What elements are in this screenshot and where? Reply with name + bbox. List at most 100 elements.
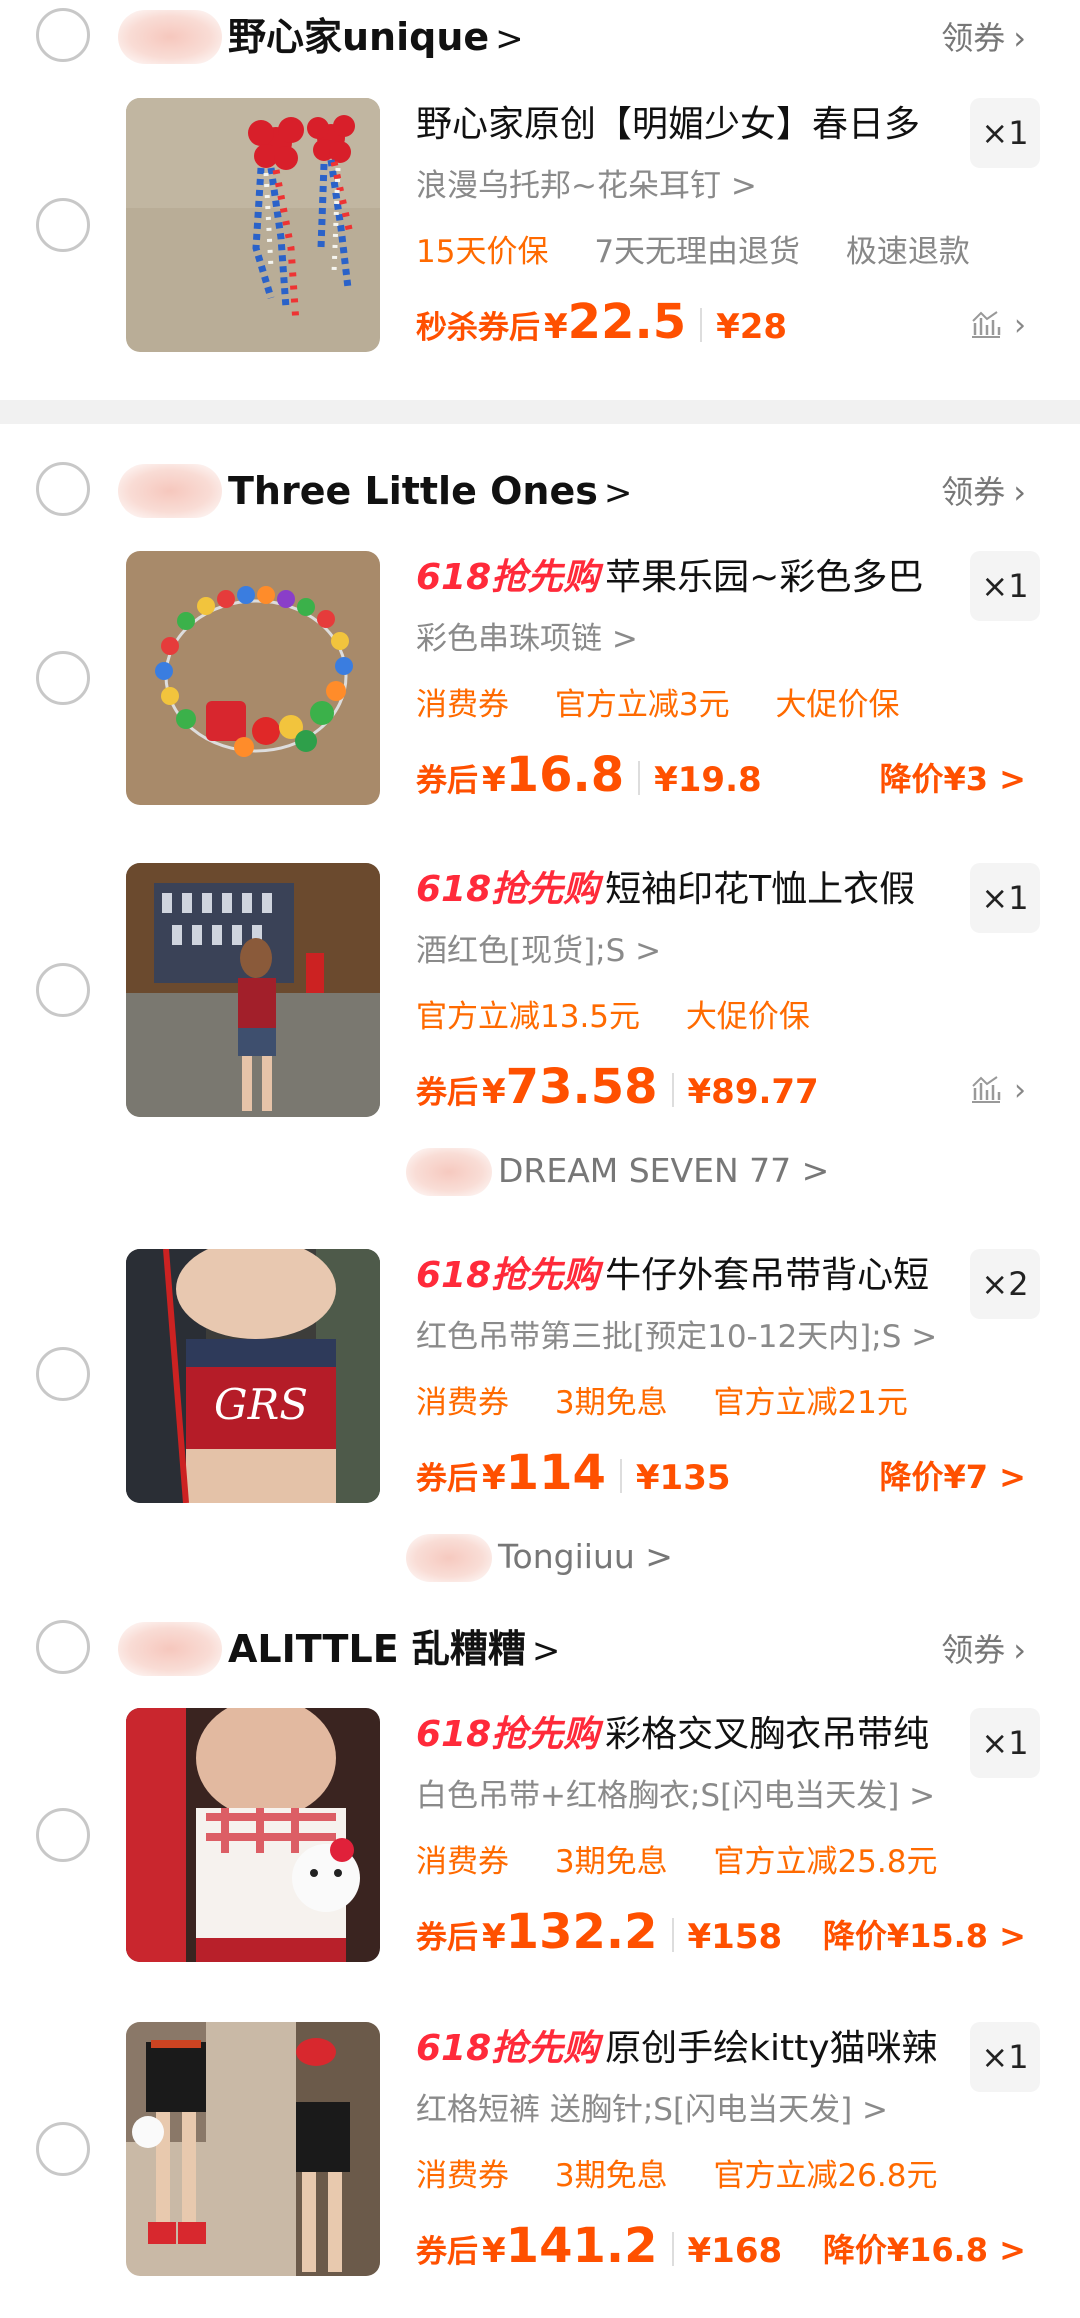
price-row: 券后 ¥132.2 ¥158 — [416, 1904, 782, 1964]
chevron-right-icon: › — [1013, 1631, 1026, 1669]
service-tags: 消费券 官方立减3元 大促价保 — [416, 683, 935, 727]
price-trend-button[interactable]: › — [970, 306, 1026, 346]
shop-name[interactable]: Three Little Ones > — [228, 466, 632, 518]
promo-618-badge: 618抢先购 — [416, 1255, 600, 1296]
price-divider — [638, 761, 641, 795]
price-row: 券后 ¥16.8 ¥19.8 — [416, 747, 762, 807]
shop-header[interactable]: ALITTLE 乱糟糟 > 领券 › — [0, 1614, 1080, 1684]
product-title[interactable]: 618抢先购 彩格交叉胸衣吊带纯 — [416, 1708, 936, 1762]
price-drop-link[interactable]: 降价¥7 > — [880, 1455, 1027, 1499]
price-drop-link[interactable]: 降价¥15.8 > — [823, 1914, 1026, 1958]
sku-selector[interactable]: 白色吊带+红格胸衣;S[闪电当天发] > — [416, 1774, 935, 1818]
cart-item[interactable]: 618抢先购 彩格交叉胸衣吊带纯 ×1 白色吊带+红格胸衣;S[闪电当天发] > … — [0, 1708, 1080, 1968]
service-tags: 消费券 3期免息 官方立减25.8元 — [416, 1840, 973, 1884]
price-currency: ¥ — [544, 307, 568, 347]
sku-selector[interactable]: 彩色串珠项链 > — [416, 617, 638, 661]
tag: 极速退款 — [845, 234, 970, 270]
cart-item[interactable]: 618抢先购 原创手绘kitty猫咪辣 ×1 红格短裤 送胸针;S[闪电当天发] … — [0, 2022, 1080, 2282]
cart-item[interactable]: 618抢先购 短袖印花T恤上衣假 ×1 酒红色[现货];S > 官方立减13.5元… — [0, 863, 1080, 1123]
product-title[interactable]: 618抢先购 短袖印花T恤上衣假 — [416, 863, 936, 917]
coupon-link[interactable]: 领券 › — [941, 470, 1026, 514]
price-divider — [619, 1459, 622, 1493]
product-image-plaid-top[interactable] — [126, 1708, 380, 1962]
product-image-necklace[interactable] — [126, 551, 380, 805]
price-divider — [700, 308, 703, 342]
coupon-link[interactable]: 领券 › — [941, 1628, 1026, 1672]
product-image-earrings[interactable] — [126, 98, 380, 352]
quantity-stepper[interactable]: ×1 — [970, 551, 1040, 621]
price-value: 22.5 — [567, 294, 687, 350]
cart-item[interactable]: GRS 618抢先购 牛仔外套吊带背心短 ×2 红色吊带第三批[预定10-12天内… — [0, 1249, 1080, 1509]
price-row: 秒杀券后 ¥22.5 ¥28 — [416, 294, 787, 354]
promo-618-badge: 618抢先购 — [416, 1714, 600, 1755]
shop-header[interactable]: 野心家unique > 领券 › — [0, 2, 1080, 72]
price-drop-link[interactable]: 降价¥3 > — [880, 757, 1027, 801]
sub-shop-name[interactable]: Tongiiuu > — [498, 1534, 673, 1580]
chevron-right-icon: > — [495, 19, 524, 59]
tag: 7天无理由退货 — [594, 234, 801, 270]
shop-header[interactable]: Three Little Ones > 领券 › — [0, 456, 1080, 526]
product-title[interactable]: 618抢先购 牛仔外套吊带背心短 — [416, 1249, 936, 1303]
price-value: 114 — [505, 1445, 606, 1501]
tag: 大促价保 — [685, 999, 810, 1035]
sku-selector[interactable]: 红色吊带第三批[预定10-12天内];S > — [416, 1315, 937, 1359]
tag: 3期免息 — [554, 1844, 668, 1880]
quantity-stepper[interactable]: ×2 — [970, 1249, 1040, 1319]
price-row: 券后 ¥141.2 ¥168 — [416, 2218, 782, 2278]
tag: 官方立减3元 — [554, 687, 730, 723]
shop-name[interactable]: 野心家unique > — [228, 12, 524, 64]
price-row: 券后 ¥73.58 ¥89.77 — [416, 1059, 819, 1119]
tag: 官方立减25.8元 — [713, 1844, 938, 1880]
price-label: 券后 — [416, 2234, 478, 2270]
cart-item[interactable]: 618抢先购 苹果乐园~彩色多巴 ×1 彩色串珠项链 > 消费券 官方立减3元 大… — [0, 551, 1080, 811]
product-title[interactable]: 野心家原创【明媚少女】春日多 — [416, 98, 936, 152]
promo-618-badge: 618抢先购 — [416, 869, 600, 910]
shop-name[interactable]: ALITTLE 乱糟糟 > — [228, 1624, 560, 1676]
service-tags: 消费券 3期免息 官方立减26.8元 — [416, 2154, 973, 2198]
chevron-right-icon: › — [1013, 19, 1026, 57]
original-price: ¥89.77 — [687, 1072, 819, 1112]
service-tags: 消费券 3期免息 官方立减21元 — [416, 1381, 944, 1425]
price-label: 券后 — [416, 1920, 478, 1956]
price-value: 132.2 — [505, 1904, 658, 1960]
quantity-stepper[interactable]: ×1 — [970, 863, 1040, 933]
original-price: ¥135 — [635, 1458, 731, 1498]
price-currency: ¥ — [482, 760, 506, 800]
chevron-right-icon: › — [1014, 308, 1026, 343]
quantity-stepper[interactable]: ×1 — [970, 2022, 1040, 2092]
chevron-right-icon: > — [531, 1631, 561, 1671]
price-drop-link[interactable]: 降价¥16.8 > — [823, 2228, 1026, 2272]
product-title[interactable]: 618抢先购 原创手绘kitty猫咪辣 — [416, 2022, 936, 2076]
price-trend-button[interactable]: › — [970, 1071, 1026, 1111]
price-divider — [671, 1073, 674, 1107]
quantity-stepper[interactable]: ×1 — [970, 1708, 1040, 1778]
coupon-link[interactable]: 领券 › — [941, 16, 1026, 60]
original-price: ¥168 — [687, 2231, 783, 2271]
sub-shop-header[interactable]: DREAM SEVEN 77 > — [406, 1142, 906, 1202]
sku-selector[interactable]: 酒红色[现货];S > — [416, 929, 661, 973]
price-row: 券后 ¥114 ¥135 — [416, 1445, 731, 1505]
sku-selector[interactable]: 浪漫乌托邦~花朵耳钉 > — [416, 164, 757, 208]
original-price: ¥28 — [716, 307, 788, 347]
tag: 消费券 — [416, 687, 509, 723]
product-image-shorts[interactable] — [126, 2022, 380, 2276]
promo-618-badge: 618抢先购 — [416, 557, 600, 598]
product-title[interactable]: 618抢先购 苹果乐园~彩色多巴 — [416, 551, 936, 605]
sub-shop-header[interactable]: Tongiiuu > — [406, 1528, 906, 1588]
sku-selector[interactable]: 红格短裤 送胸针;S[闪电当天发] > — [416, 2088, 888, 2132]
shop-avatar — [118, 464, 222, 518]
tag: 官方立减13.5元 — [416, 999, 641, 1035]
quantity-stepper[interactable]: ×1 — [970, 98, 1040, 168]
product-image-tshirt[interactable] — [126, 863, 380, 1117]
section-divider — [0, 400, 1080, 424]
tag: 3期免息 — [554, 2158, 668, 2194]
chevron-right-icon: > — [603, 473, 633, 513]
cart-item[interactable]: 野心家原创【明媚少女】春日多 ×1 浪漫乌托邦~花朵耳钉 > 15天价保 7天无… — [0, 98, 1080, 358]
sub-shop-name[interactable]: DREAM SEVEN 77 > — [498, 1148, 829, 1194]
price-label: 券后 — [416, 1075, 478, 1111]
price-currency: ¥ — [482, 2231, 506, 2271]
tag: 消费券 — [416, 2158, 509, 2194]
promo-618-badge: 618抢先购 — [416, 2028, 600, 2069]
product-image-denim-set[interactable]: GRS — [126, 1249, 380, 1503]
price-divider — [671, 1918, 674, 1952]
